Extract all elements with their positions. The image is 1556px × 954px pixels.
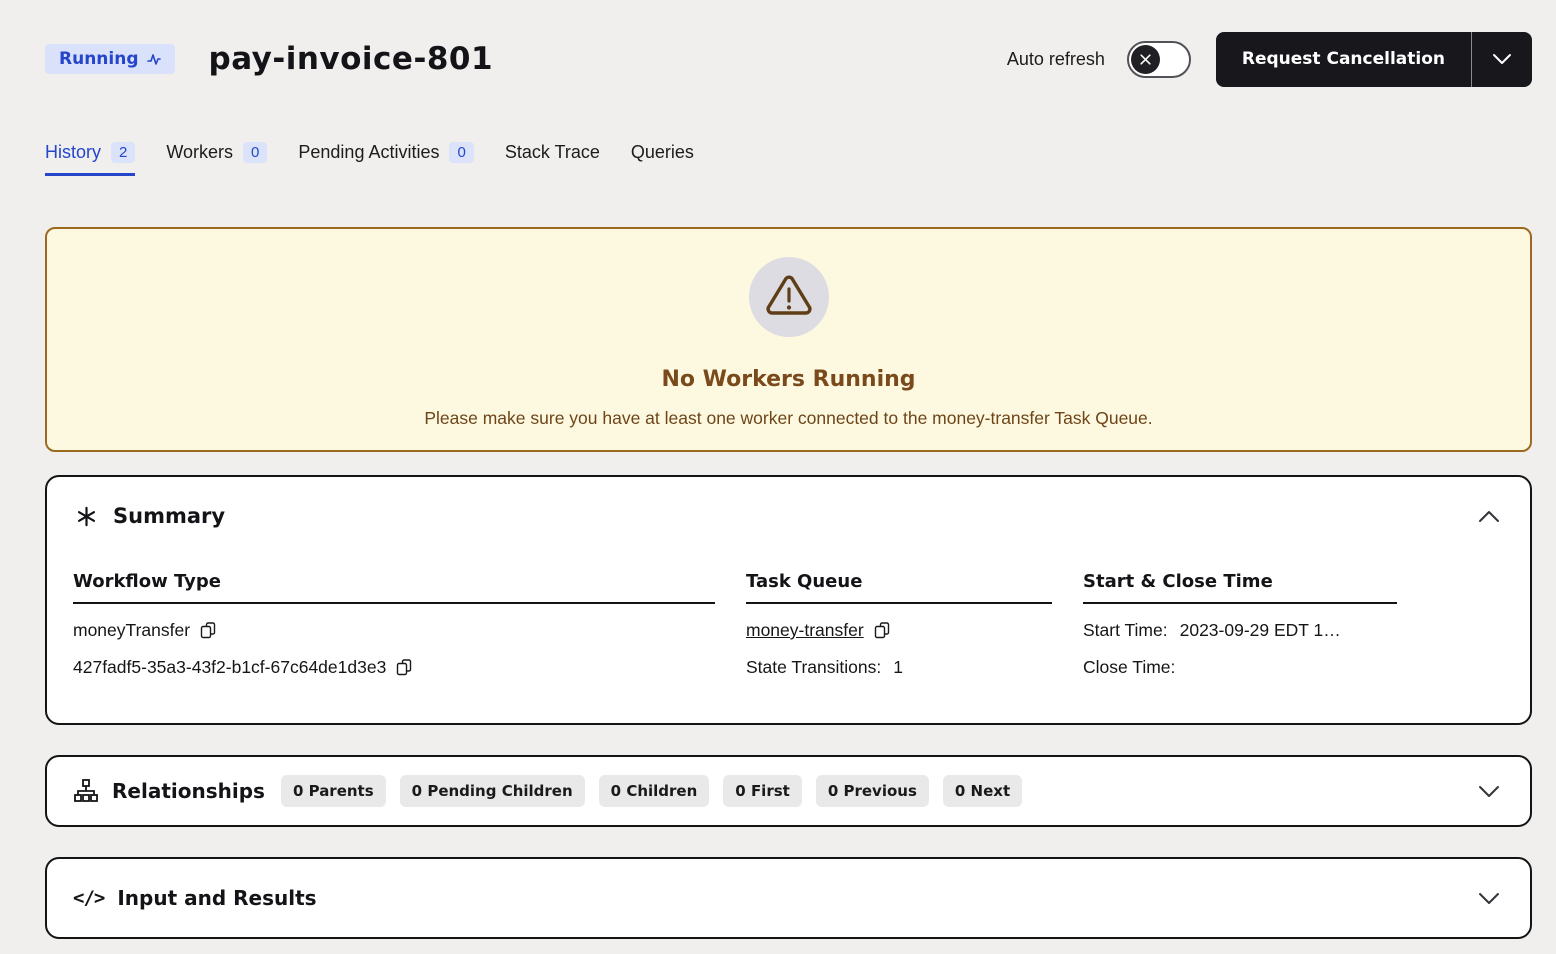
tab-label: Stack Trace bbox=[505, 142, 600, 163]
copy-icon bbox=[396, 659, 413, 676]
start-time-value: 2023-09-29 EDT 1… bbox=[1180, 620, 1341, 641]
first-badge: 0 First bbox=[723, 775, 802, 807]
start-time-row: Start Time: 2023-09-29 EDT 1… bbox=[1083, 620, 1397, 641]
request-cancellation-button[interactable]: Request Cancellation bbox=[1216, 32, 1472, 87]
input-results-expand-button[interactable] bbox=[1474, 883, 1504, 913]
input-results-card: </> Input and Results bbox=[45, 857, 1532, 939]
status-badge: Running bbox=[45, 44, 175, 74]
toggle-off-x-icon bbox=[1139, 53, 1152, 66]
tab-count-badge: 0 bbox=[243, 142, 267, 163]
summary-grid: Workflow Type moneyTransfer 427fadf5-35a… bbox=[73, 571, 1504, 678]
run-id-value: 427fadf5-35a3-43f2-b1cf-67c64de1d3e3 bbox=[73, 657, 386, 678]
page-title: pay-invoice-801 bbox=[209, 41, 494, 77]
task-queue-row: money-transfer bbox=[746, 620, 1052, 641]
auto-refresh-label: Auto refresh bbox=[1007, 49, 1105, 70]
state-transitions-label: State Transitions: bbox=[746, 657, 881, 678]
copy-run-id-button[interactable] bbox=[396, 659, 413, 676]
no-workers-warning-banner: No Workers Running Please make sure you … bbox=[45, 227, 1532, 452]
summary-card: Summary Workflow Type moneyTransfer bbox=[45, 475, 1532, 725]
run-id-row: 427fadf5-35a3-43f2-b1cf-67c64de1d3e3 bbox=[73, 657, 715, 678]
running-spinner-icon bbox=[147, 52, 161, 66]
previous-badge: 0 Previous bbox=[816, 775, 929, 807]
cancel-dropdown-button[interactable] bbox=[1472, 32, 1532, 87]
next-badge: 0 Next bbox=[943, 775, 1022, 807]
workflow-type-column: Workflow Type moneyTransfer 427fadf5-35a… bbox=[73, 571, 715, 678]
workflow-detail-page: Running pay-invoice-801 Auto refresh Req… bbox=[0, 0, 1556, 939]
tab-label: Workers bbox=[166, 142, 233, 163]
task-queue-header: Task Queue bbox=[746, 571, 1052, 604]
parents-badge: 0 Parents bbox=[281, 775, 386, 807]
start-time-label: Start Time: bbox=[1083, 620, 1168, 641]
code-icon: </> bbox=[73, 887, 104, 909]
toggle-knob bbox=[1131, 45, 1160, 74]
hierarchy-icon bbox=[73, 778, 99, 804]
task-queue-link[interactable]: money-transfer bbox=[746, 620, 864, 641]
tab-queries[interactable]: Queries bbox=[631, 142, 694, 176]
status-label: Running bbox=[59, 49, 139, 69]
copy-icon bbox=[200, 622, 217, 639]
close-time-row: Close Time: bbox=[1083, 657, 1397, 678]
banner-message: Please make sure you have at least one w… bbox=[424, 408, 1152, 429]
workflow-type-header: Workflow Type bbox=[73, 571, 715, 604]
tab-bar: History 2 Workers 0 Pending Activities 0… bbox=[45, 142, 1532, 176]
tab-stack-trace[interactable]: Stack Trace bbox=[505, 142, 600, 176]
tab-count-badge: 2 bbox=[111, 142, 135, 163]
summary-title: Summary bbox=[113, 504, 225, 528]
summary-collapse-button[interactable] bbox=[1474, 501, 1504, 531]
copy-icon bbox=[874, 622, 891, 639]
page-header: Running pay-invoice-801 Auto refresh Req… bbox=[45, 30, 1532, 88]
children-badge: 0 Children bbox=[599, 775, 710, 807]
state-transitions-value: 1 bbox=[893, 657, 903, 678]
copy-task-queue-button[interactable] bbox=[874, 622, 891, 639]
relationships-card: Relationships 0 Parents 0 Pending Childr… bbox=[45, 755, 1532, 827]
copy-workflow-type-button[interactable] bbox=[200, 622, 217, 639]
header-actions: Auto refresh Request Cancellation bbox=[1007, 32, 1532, 87]
time-column: Start & Close Time Start Time: 2023-09-2… bbox=[1083, 571, 1397, 678]
tab-history[interactable]: History 2 bbox=[45, 142, 135, 176]
workflow-type-value: moneyTransfer bbox=[73, 620, 190, 641]
state-transitions-row: State Transitions: 1 bbox=[746, 657, 1052, 678]
summary-card-header: Summary bbox=[73, 501, 1504, 531]
banner-title: No Workers Running bbox=[661, 367, 915, 392]
relationships-expand-button[interactable] bbox=[1474, 776, 1504, 806]
relationships-badges: 0 Parents 0 Pending Children 0 Children … bbox=[281, 775, 1022, 807]
task-queue-column: Task Queue money-transfer State Transiti… bbox=[746, 571, 1052, 678]
tab-label: Queries bbox=[631, 142, 694, 163]
tab-count-badge: 0 bbox=[449, 142, 473, 163]
tab-label: History bbox=[45, 142, 101, 163]
cancel-split-button: Request Cancellation bbox=[1216, 32, 1532, 87]
warning-icon-circle bbox=[749, 257, 829, 337]
asterisk-icon bbox=[73, 506, 99, 527]
input-results-title: Input and Results bbox=[117, 886, 316, 910]
workflow-type-row: moneyTransfer bbox=[73, 620, 715, 641]
chevron-down-icon bbox=[1478, 892, 1500, 905]
tab-label: Pending Activities bbox=[298, 142, 439, 163]
tab-pending-activities[interactable]: Pending Activities 0 bbox=[298, 142, 473, 176]
warning-triangle-icon bbox=[763, 273, 815, 321]
tab-workers[interactable]: Workers 0 bbox=[166, 142, 267, 176]
auto-refresh-toggle[interactable] bbox=[1127, 41, 1191, 78]
chevron-down-icon bbox=[1492, 53, 1512, 65]
chevron-down-icon bbox=[1478, 785, 1500, 798]
close-time-label: Close Time: bbox=[1083, 657, 1175, 678]
relationships-title: Relationships bbox=[112, 779, 265, 803]
time-header: Start & Close Time bbox=[1083, 571, 1397, 604]
pending-children-badge: 0 Pending Children bbox=[400, 775, 585, 807]
chevron-up-icon bbox=[1478, 510, 1500, 523]
